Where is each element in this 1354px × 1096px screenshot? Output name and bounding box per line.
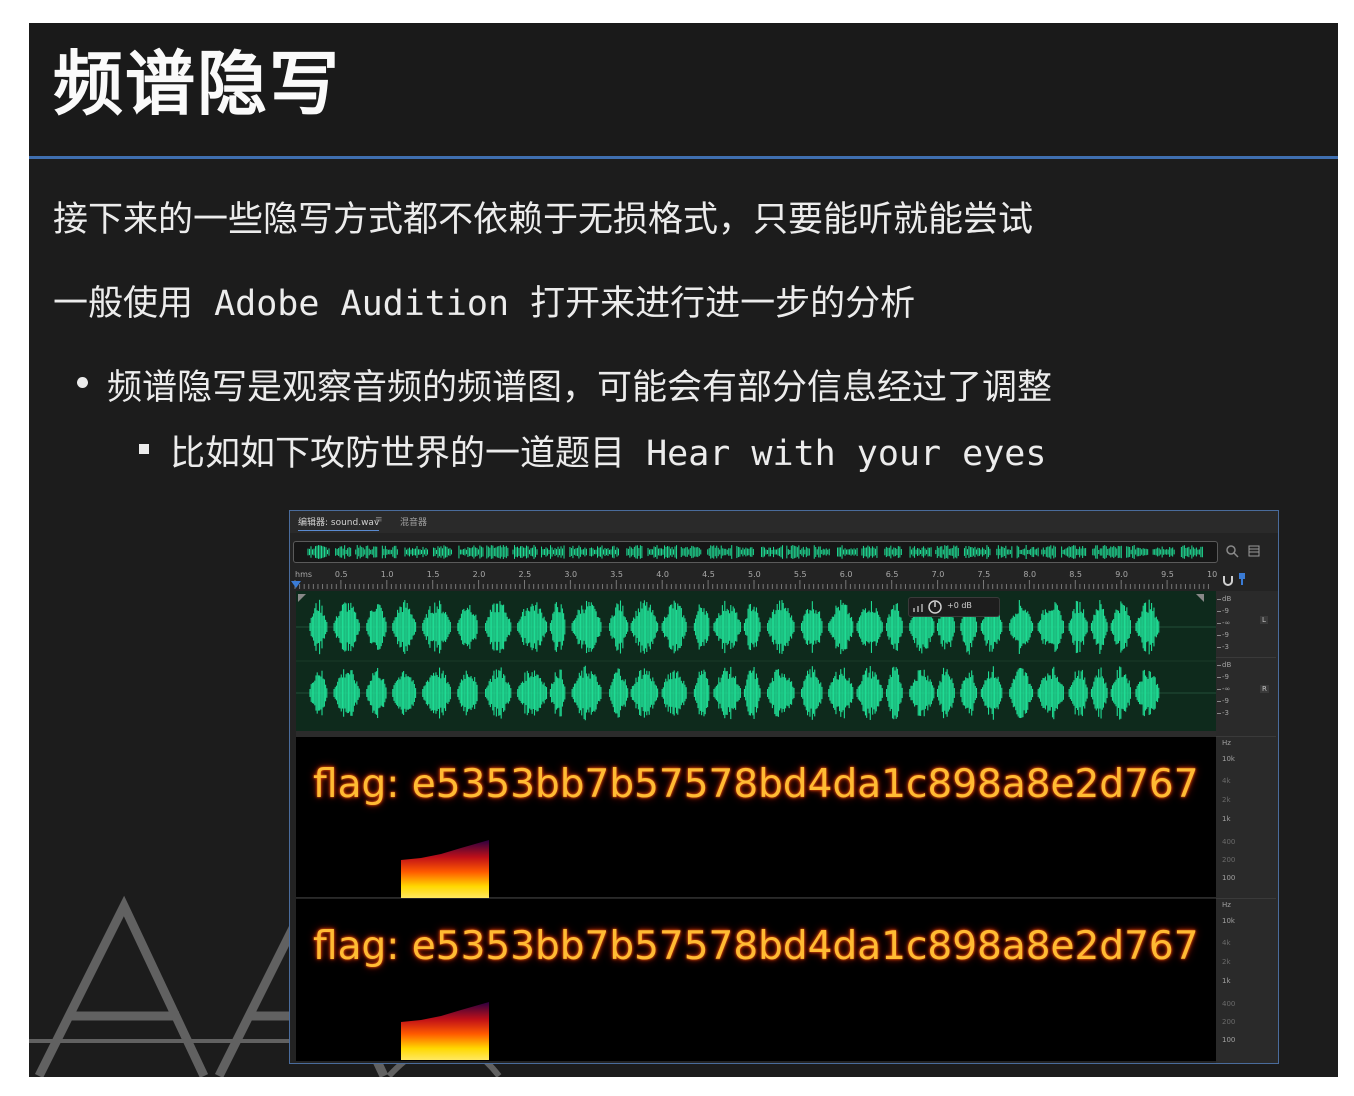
- snap-magnet-icon[interactable]: [1222, 574, 1234, 586]
- adobe-audition-screenshot: 编辑器: sound.wav ≡ 混音器 hms 0.5 1.0 1.5 2.0 2.5…: [289, 510, 1279, 1064]
- scale-divider: [1216, 898, 1276, 899]
- slide: 频谱隐写 接下来的一些隐写方式都不依赖于无损格式，只要能听就能尝试 一般使用 A…: [29, 23, 1338, 1077]
- body-line-1: 接下来的一些隐写方式都不依赖于无损格式，只要能听就能尝试: [53, 200, 1034, 240]
- flag-text: flag: e5353bb7b57578bd4da1c898a8e2d767: [313, 924, 1199, 969]
- scale-tick: [1217, 665, 1221, 666]
- waveform-display[interactable]: +0 dB: [296, 591, 1216, 731]
- vertical-scale-panel: dB -9 -∞ -9 -3 dB -9 -∞ -9 -3 L R Hz 10k 4k 2k 1k 400…: [1216, 591, 1278, 1063]
- gain-value: +0 dB: [947, 601, 972, 610]
- waveform-channels: [296, 599, 1216, 721]
- frequency-label: 1k: [1222, 977, 1231, 985]
- frequency-unit: Hz: [1222, 901, 1231, 909]
- bullet-dot: [77, 377, 88, 388]
- scale-tick: [1217, 647, 1221, 648]
- scale-tick: [1217, 599, 1221, 600]
- spectrogram-right[interactable]: flag: e5353bb7b57578bd4da1c898a8e2d767: [296, 899, 1216, 1061]
- frequency-unit: Hz: [1222, 739, 1231, 747]
- frequency-label: 10k: [1222, 917, 1235, 925]
- zoom-icon[interactable]: [1225, 544, 1239, 558]
- scale-label: -9: [1222, 673, 1229, 681]
- panel-tab-bar: 编辑器: sound.wav ≡ 混音器: [290, 511, 1278, 533]
- sub-bullet-square: [139, 444, 149, 454]
- frequency-label: 4k: [1222, 939, 1231, 947]
- gain-knob-icon[interactable]: [911, 599, 945, 615]
- body-line-2: 一般使用 Adobe Audition 打开来进行进一步的分析: [53, 284, 916, 324]
- scale-tick: [1217, 689, 1221, 690]
- frequency-label: 1k: [1222, 815, 1231, 823]
- panel-layout-icon[interactable]: [1248, 545, 1260, 557]
- frequency-label: 400: [1222, 838, 1236, 846]
- frequency-label: 100: [1222, 1036, 1236, 1044]
- channel-left-label[interactable]: L: [1260, 616, 1268, 624]
- scale-divider: [1216, 657, 1276, 658]
- slide-title: 频谱隐写: [53, 42, 341, 125]
- scale-tick: [1217, 611, 1221, 612]
- frequency-label: 2k: [1222, 796, 1231, 804]
- playhead-marker[interactable]: [291, 581, 301, 588]
- tab-menu-icon[interactable]: ≡: [375, 515, 383, 525]
- frequency-label: 400: [1222, 1000, 1236, 1008]
- scale-tick: [1217, 701, 1221, 702]
- scale-label: -3: [1222, 643, 1229, 651]
- scale-label: -∞: [1222, 685, 1231, 693]
- channel-right-label[interactable]: R: [1260, 685, 1269, 693]
- scale-label: dB: [1222, 595, 1232, 603]
- spectrogram-left[interactable]: flag: e5353bb7b57578bd4da1c898a8e2d767: [296, 737, 1216, 898]
- scale-label: dB: [1222, 661, 1232, 669]
- frequency-label: 10k: [1222, 755, 1235, 763]
- frequency-label: 2k: [1222, 958, 1231, 966]
- overview-waveform: [307, 545, 1203, 559]
- scale-label: -∞: [1222, 619, 1231, 627]
- level-meter-icon[interactable]: [1238, 572, 1246, 586]
- spectrogram-burst: [401, 840, 489, 898]
- tab-editor[interactable]: 编辑器: sound.wav: [298, 515, 380, 531]
- frequency-label: 4k: [1222, 777, 1231, 785]
- scale-label: -9: [1222, 607, 1229, 615]
- flag-text: flag: e5353bb7b57578bd4da1c898a8e2d767: [313, 762, 1199, 807]
- title-bar: 频谱隐写: [29, 23, 1338, 159]
- scale-label: -9: [1222, 631, 1229, 639]
- frequency-label: 200: [1222, 856, 1236, 864]
- time-ruler[interactable]: hms 0.5 1.0 1.5 2.0 2.5 3.0 3.5 4.0 4.5 5.0 5.5 6.0…: [293, 568, 1217, 590]
- scale-label: -3: [1222, 709, 1229, 717]
- ruler-minor-ticks: [294, 580, 1209, 589]
- overview-navigator[interactable]: [293, 541, 1218, 563]
- bullet-item: 频谱隐写是观察音频的频谱图，可能会有部分信息经过了调整: [107, 368, 1053, 408]
- spectrogram-burst: [401, 1002, 489, 1060]
- scale-tick: [1217, 635, 1221, 636]
- scale-divider: [1216, 736, 1276, 737]
- frequency-label: 200: [1222, 1018, 1236, 1026]
- tab-mixer[interactable]: 混音器: [400, 515, 427, 528]
- frequency-label: 100: [1222, 874, 1236, 882]
- scale-tick: [1217, 623, 1221, 624]
- sub-bullet-item: 比如如下攻防世界的一道题目 Hear with your eyes: [170, 434, 1047, 474]
- gain-hud[interactable]: +0 dB: [908, 597, 1000, 617]
- scale-tick: [1217, 713, 1221, 714]
- scale-tick: [1217, 677, 1221, 678]
- scale-label: -9: [1222, 697, 1229, 705]
